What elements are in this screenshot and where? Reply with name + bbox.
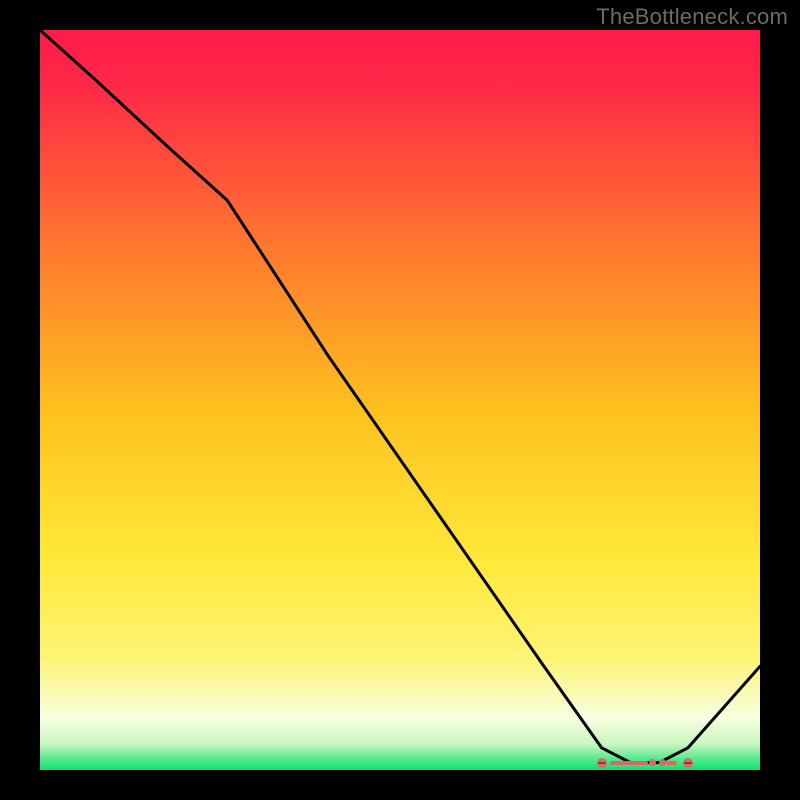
marker-screw-icon	[597, 758, 607, 768]
marker-dash	[610, 761, 649, 765]
watermark-label: TheBottleneck.com	[596, 4, 788, 30]
curve-overlay	[40, 30, 760, 770]
chart-frame: TheBottleneck.com	[0, 0, 800, 800]
marker-dash	[666, 761, 676, 765]
marker-dot-icon	[659, 759, 666, 766]
plot-area	[40, 30, 760, 770]
marker-screw-icon	[683, 758, 693, 768]
marker-dot-icon	[649, 759, 656, 766]
bottleneck-curve	[40, 30, 760, 763]
